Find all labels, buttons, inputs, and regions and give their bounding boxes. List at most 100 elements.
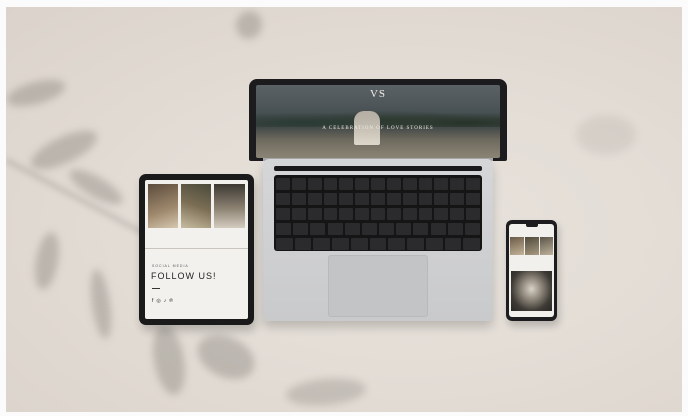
keyboard-key bbox=[447, 223, 463, 235]
leaf-shadow bbox=[285, 375, 367, 409]
keyboard-key bbox=[418, 208, 433, 220]
keyboard-key bbox=[396, 223, 412, 235]
social-icon-row: f ◎ ♪ ℗ bbox=[152, 298, 173, 304]
keyboard-key bbox=[407, 238, 424, 250]
phone-photo-3[interactable] bbox=[540, 237, 553, 255]
leaf-shadow bbox=[87, 268, 115, 340]
site-logo[interactable]: VS bbox=[256, 88, 500, 100]
section-divider bbox=[145, 248, 248, 249]
keyboard-key bbox=[339, 208, 354, 220]
keyboard-key bbox=[293, 223, 309, 235]
hero-tagline: A CELEBRATION OF LOVE STORIES bbox=[322, 126, 434, 131]
keyboard-key bbox=[450, 208, 465, 220]
keyboard-key bbox=[418, 178, 433, 190]
keyboard-key bbox=[355, 178, 370, 190]
phone-screen bbox=[509, 224, 554, 317]
keyboard-key bbox=[350, 238, 368, 250]
tablet-screen: SOCIAL MEDIA FOLLOW US! f ◎ ♪ ℗ bbox=[145, 180, 248, 319]
keyboard-key bbox=[291, 193, 306, 205]
keyboard-key bbox=[379, 223, 395, 235]
pinterest-icon[interactable]: ℗ bbox=[169, 298, 173, 304]
keyboard-key bbox=[344, 223, 360, 235]
keyboard-key bbox=[418, 193, 433, 205]
keyboard-key bbox=[464, 223, 480, 235]
keyboard-key bbox=[444, 238, 462, 250]
keyboard-key bbox=[291, 208, 306, 220]
keyboard-key bbox=[310, 223, 326, 235]
keyboard-key bbox=[313, 238, 331, 250]
keyboard-key bbox=[434, 208, 449, 220]
leaf-shadow bbox=[6, 74, 68, 112]
keyboard-key bbox=[327, 223, 343, 235]
keyboard-key bbox=[276, 238, 293, 250]
tablet-device: SOCIAL MEDIA FOLLOW US! f ◎ ♪ ℗ bbox=[139, 174, 254, 325]
keyboard-key bbox=[332, 238, 349, 250]
keyboard-key bbox=[430, 223, 446, 235]
keyboard-key bbox=[323, 208, 338, 220]
keyboard-key bbox=[294, 238, 312, 250]
image-frame: VS A CELEBRATION OF LOVE STORIES SOCIAL … bbox=[0, 0, 688, 416]
keyboard-key bbox=[276, 223, 292, 235]
keyboard-key bbox=[466, 208, 480, 220]
laptop-trackpad bbox=[328, 255, 428, 317]
phone-photo-1[interactable] bbox=[510, 237, 524, 255]
phone-photo-2[interactable] bbox=[525, 237, 539, 255]
keyboard-key bbox=[371, 208, 385, 220]
keyboard-key bbox=[323, 193, 338, 205]
keyboard-key bbox=[323, 178, 338, 190]
keyboard-key bbox=[402, 178, 417, 190]
follow-heading: FOLLOW US! bbox=[151, 271, 217, 281]
keyboard-key bbox=[355, 208, 370, 220]
laptop-screen: VS A CELEBRATION OF LOVE STORIES bbox=[256, 85, 500, 158]
keyboard-key bbox=[276, 193, 290, 205]
laptop-lid: VS A CELEBRATION OF LOVE STORIES bbox=[249, 79, 507, 161]
keyboard-key bbox=[434, 178, 449, 190]
device-mockup-scene: VS A CELEBRATION OF LOVE STORIES SOCIAL … bbox=[6, 7, 682, 412]
instagram-icon[interactable]: ◎ bbox=[156, 298, 160, 304]
laptop-base bbox=[263, 159, 493, 321]
keyboard-key bbox=[369, 238, 387, 250]
keyboard-key bbox=[371, 193, 385, 205]
gallery-photo-3[interactable] bbox=[214, 184, 245, 228]
keyboard-key bbox=[466, 178, 480, 190]
keyboard-key bbox=[339, 178, 354, 190]
keyboard-key bbox=[371, 178, 385, 190]
phone-notch bbox=[526, 224, 538, 227]
keyboard-key bbox=[425, 238, 443, 250]
keyboard-key bbox=[450, 178, 465, 190]
tiktok-icon[interactable]: ♪ bbox=[164, 298, 167, 304]
keyboard-key bbox=[355, 193, 370, 205]
keyboard-key bbox=[291, 178, 306, 190]
leaf-shadow bbox=[190, 326, 262, 388]
keyboard-key bbox=[466, 193, 480, 205]
leaf-shadow bbox=[576, 115, 636, 155]
keyboard-key bbox=[276, 178, 290, 190]
keyboard-key bbox=[307, 208, 322, 220]
gallery-photo-1[interactable] bbox=[148, 184, 178, 228]
leaf-shadow bbox=[148, 322, 190, 398]
social-eyebrow: SOCIAL MEDIA bbox=[152, 264, 189, 268]
keyboard-key bbox=[386, 193, 401, 205]
keyboard-key bbox=[450, 193, 465, 205]
leaf-shadow bbox=[231, 7, 267, 43]
keyboard-key bbox=[402, 193, 417, 205]
laptop-keyboard bbox=[274, 175, 482, 251]
phone-device bbox=[506, 220, 557, 321]
keyboard-key bbox=[276, 208, 290, 220]
keyboard-key bbox=[463, 238, 480, 250]
leaf-shadow bbox=[31, 230, 63, 292]
heading-rule bbox=[152, 288, 160, 289]
keyboard-key bbox=[307, 178, 322, 190]
leaf-shadow bbox=[25, 123, 103, 177]
facebook-icon[interactable]: f bbox=[152, 298, 153, 304]
gallery-photo-2[interactable] bbox=[181, 184, 211, 228]
keyboard-key bbox=[413, 223, 429, 235]
keyboard-key bbox=[307, 193, 322, 205]
keyboard-key bbox=[386, 208, 401, 220]
keyboard-key bbox=[434, 193, 449, 205]
phone-photo-4[interactable] bbox=[511, 271, 552, 311]
keyboard-key bbox=[386, 178, 401, 190]
keyboard-key bbox=[388, 238, 406, 250]
keyboard-key bbox=[339, 193, 354, 205]
keyboard-key bbox=[361, 223, 377, 235]
